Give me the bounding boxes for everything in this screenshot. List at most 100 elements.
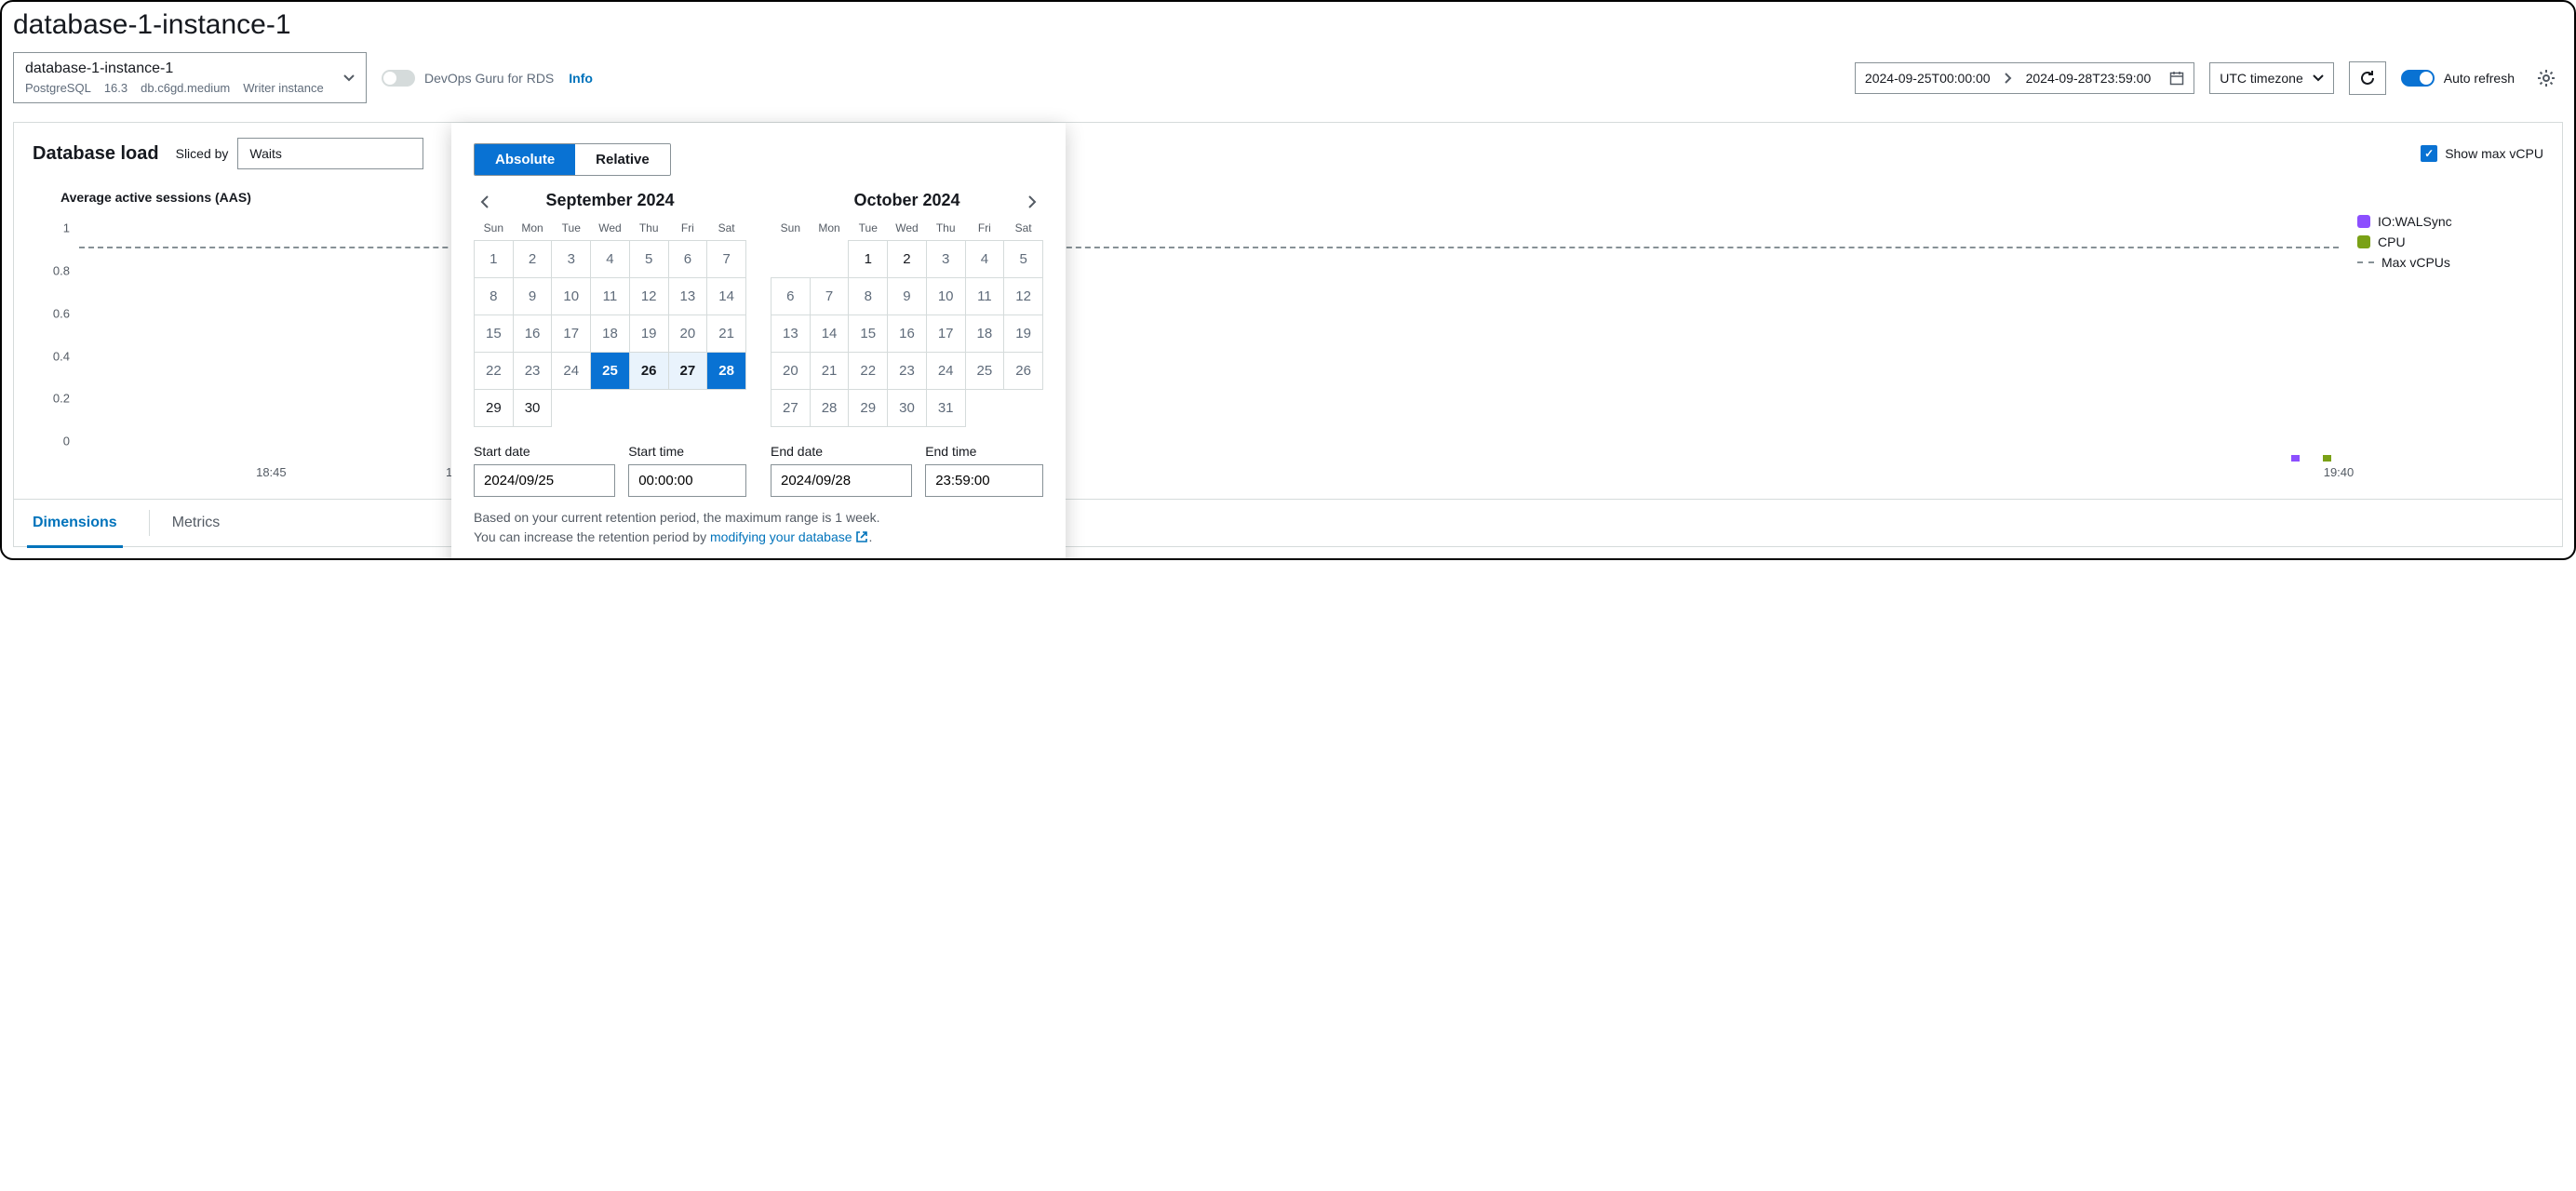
calendar-day[interactable]: 7 <box>810 278 849 315</box>
calendar-day[interactable]: 27 <box>668 353 707 390</box>
calendar-day[interactable]: 3 <box>926 241 965 278</box>
caret-down-icon <box>343 74 355 82</box>
calendar-day[interactable]: 17 <box>552 315 591 353</box>
date-range-start: 2024-09-25T00:00:00 <box>1865 71 1991 86</box>
calendar-day[interactable]: 31 <box>926 390 965 427</box>
calendar-day[interactable]: 20 <box>771 353 811 390</box>
calendar-day[interactable]: 12 <box>1004 278 1043 315</box>
calendar-day[interactable]: 3 <box>552 241 591 278</box>
calendar-day[interactable]: 29 <box>849 390 888 427</box>
calendar-day[interactable]: 30 <box>888 390 927 427</box>
mode-relative-button[interactable]: Relative <box>575 144 670 175</box>
calendar-day[interactable]: 10 <box>552 278 591 315</box>
instance-selector-name: database-1-instance-1 <box>25 60 329 77</box>
timezone-select[interactable]: UTC timezone <box>2209 62 2333 94</box>
calendar-day[interactable]: 9 <box>513 278 552 315</box>
refresh-button[interactable] <box>2349 61 2386 95</box>
calendar-left: September 2024 SunMonTueWedThuFriSat1234… <box>474 191 746 427</box>
chart-title: Average active sessions (AAS) <box>60 190 2543 205</box>
page-title: database-1-instance-1 <box>2 2 2574 52</box>
date-range-popover: Absolute Relative September 2024 SunMonT… <box>451 123 1066 560</box>
calendar-day[interactable]: 23 <box>888 353 927 390</box>
info-link[interactable]: Info <box>569 71 593 86</box>
calendar-day[interactable]: 9 <box>888 278 927 315</box>
settings-button[interactable] <box>2529 61 2563 95</box>
calendar-day[interactable]: 25 <box>965 353 1004 390</box>
tab-metrics[interactable]: Metrics <box>172 500 221 546</box>
calendar-day[interactable]: 8 <box>475 278 514 315</box>
calendar-day[interactable]: 2 <box>888 241 927 278</box>
modify-database-link[interactable]: modifying your database <box>710 529 852 544</box>
show-max-vcpu-checkbox[interactable]: ✓ <box>2421 145 2437 162</box>
calendar-day[interactable]: 30 <box>513 390 552 427</box>
calendar-day[interactable]: 15 <box>475 315 514 353</box>
calendar-day[interactable]: 27 <box>771 390 811 427</box>
calendar-day[interactable]: 19 <box>1004 315 1043 353</box>
calendar-day[interactable]: 11 <box>591 278 630 315</box>
calendar-day[interactable]: 5 <box>629 241 668 278</box>
calendar-day[interactable]: 5 <box>1004 241 1043 278</box>
prev-month-button[interactable] <box>474 191 496 213</box>
end-time-input[interactable] <box>925 464 1043 497</box>
date-range-display[interactable]: 2024-09-25T00:00:00 2024-09-28T23:59:00 <box>1855 62 2194 94</box>
calendar-day[interactable]: 23 <box>513 353 552 390</box>
calendar-day[interactable]: 26 <box>629 353 668 390</box>
db-load-panel: Database load Sliced by Waits ✓ Show max… <box>13 122 2563 547</box>
mode-absolute-button[interactable]: Absolute <box>475 144 575 175</box>
toolbar: database-1-instance-1 PostgreSQL 16.3 db… <box>2 52 2574 111</box>
panel-tabs: Dimensions Metrics <box>14 499 2562 546</box>
calendar-day[interactable]: 6 <box>668 241 707 278</box>
calendar-day[interactable]: 1 <box>475 241 514 278</box>
calendar-day[interactable]: 22 <box>849 353 888 390</box>
calendar-day[interactable]: 2 <box>513 241 552 278</box>
calendar-day[interactable]: 4 <box>965 241 1004 278</box>
calendar-day[interactable]: 6 <box>771 278 811 315</box>
legend-swatch-vcpu <box>2357 261 2374 263</box>
tab-dimensions[interactable]: Dimensions <box>33 500 117 546</box>
calendar-day[interactable]: 17 <box>926 315 965 353</box>
sliced-by-label: Sliced by <box>176 146 229 161</box>
calendar-day[interactable]: 15 <box>849 315 888 353</box>
start-time-label: Start time <box>628 444 746 459</box>
calendar-day[interactable]: 12 <box>629 278 668 315</box>
end-date-input[interactable] <box>771 464 912 497</box>
start-time-input[interactable] <box>628 464 746 497</box>
calendar-day[interactable]: 13 <box>771 315 811 353</box>
calendar-day[interactable]: 8 <box>849 278 888 315</box>
instance-selector[interactable]: database-1-instance-1 PostgreSQL 16.3 db… <box>13 52 367 103</box>
calendar-day[interactable]: 11 <box>965 278 1004 315</box>
calendar-day[interactable]: 10 <box>926 278 965 315</box>
calendar-day[interactable]: 7 <box>707 241 746 278</box>
calendar-day[interactable]: 14 <box>810 315 849 353</box>
start-date-label: Start date <box>474 444 615 459</box>
external-link-icon <box>855 530 868 543</box>
calendar-day[interactable]: 1 <box>849 241 888 278</box>
auto-refresh-toggle[interactable]: Auto refresh <box>2401 70 2515 87</box>
start-date-input[interactable] <box>474 464 615 497</box>
devops-guru-toggle[interactable]: DevOps Guru for RDS <box>382 70 554 87</box>
calendar-day[interactable]: 28 <box>707 353 746 390</box>
calendar-day[interactable]: 25 <box>591 353 630 390</box>
calendar-day[interactable]: 18 <box>965 315 1004 353</box>
chevron-right-icon <box>1027 195 1037 208</box>
calendar-day[interactable]: 21 <box>810 353 849 390</box>
calendar-day[interactable]: 21 <box>707 315 746 353</box>
calendar-day[interactable]: 16 <box>513 315 552 353</box>
calendar-day[interactable]: 26 <box>1004 353 1043 390</box>
sliced-by-select[interactable]: Waits <box>237 138 423 169</box>
calendar-day[interactable]: 24 <box>552 353 591 390</box>
next-month-button[interactable] <box>1021 191 1043 213</box>
calendar-day[interactable]: 24 <box>926 353 965 390</box>
calendar-day[interactable]: 14 <box>707 278 746 315</box>
calendar-day[interactable]: 29 <box>475 390 514 427</box>
calendar-day[interactable]: 19 <box>629 315 668 353</box>
calendar-day[interactable]: 16 <box>888 315 927 353</box>
auto-refresh-label: Auto refresh <box>2444 71 2515 86</box>
calendar-day[interactable]: 13 <box>668 278 707 315</box>
calendar-day[interactable]: 20 <box>668 315 707 353</box>
calendar-day[interactable]: 28 <box>810 390 849 427</box>
calendar-day[interactable]: 18 <box>591 315 630 353</box>
calendar-day[interactable]: 22 <box>475 353 514 390</box>
legend-swatch-cpu <box>2357 235 2370 248</box>
calendar-day[interactable]: 4 <box>591 241 630 278</box>
